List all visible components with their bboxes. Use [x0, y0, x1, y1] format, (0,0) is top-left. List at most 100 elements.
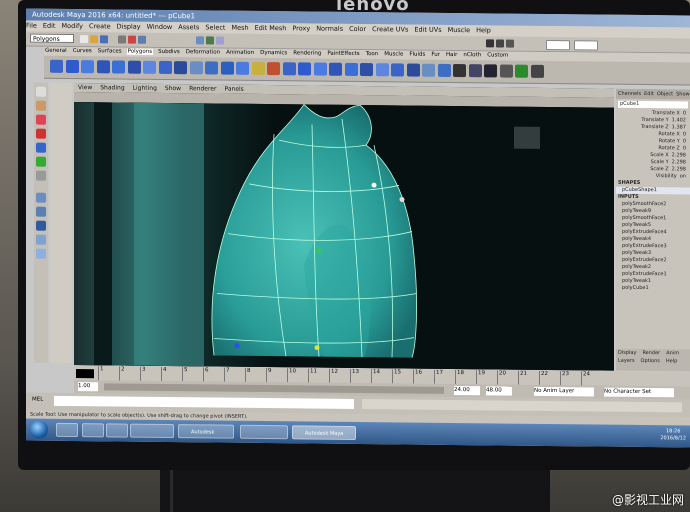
- shelf-tool-icon-1[interactable]: [50, 59, 63, 73]
- shelf-tool-icon-28[interactable]: [468, 64, 482, 78]
- channel-attr-value[interactable]: on: [680, 173, 686, 179]
- shelf-tool-icon-11[interactable]: [205, 61, 218, 75]
- menu-item-edit-mesh[interactable]: Edit Mesh: [255, 24, 287, 32]
- shelf-tool-icon-10[interactable]: [189, 61, 203, 75]
- shelf-tool-icon-14[interactable]: [251, 61, 265, 76]
- last-tool-icon[interactable]: [36, 170, 46, 181]
- shelf-tab-dynamics[interactable]: Dynamics: [259, 50, 288, 56]
- shelf-tab-rendering[interactable]: Rendering: [292, 50, 322, 56]
- menu-item-mesh[interactable]: Mesh: [231, 24, 248, 32]
- menu-item-proxy[interactable]: Proxy: [292, 24, 310, 32]
- select-object-icon[interactable]: [128, 35, 136, 44]
- input-node[interactable]: polyCube1: [616, 285, 690, 293]
- range-end-field[interactable]: 24.00: [454, 386, 480, 396]
- shelf-tab-deformation[interactable]: Deformation: [185, 49, 221, 55]
- menu-item-file[interactable]: File: [26, 22, 37, 30]
- channel-object-name[interactable]: pCube1: [618, 100, 688, 109]
- channel-attr-value[interactable]: 0: [683, 145, 686, 151]
- menu-item-edit[interactable]: Edit: [43, 22, 56, 30]
- shelf-tab-surfaces[interactable]: Surfaces: [97, 48, 123, 54]
- menu-item-window[interactable]: Window: [147, 23, 173, 31]
- shelf-tool-icon-4[interactable]: [96, 60, 110, 74]
- taskbar-button-5[interactable]: Autodesk: [178, 424, 234, 439]
- shelf-tool-icon-7[interactable]: [143, 60, 156, 74]
- shelf-tool-icon-30[interactable]: [499, 64, 513, 78]
- shelf-tab-painteffects[interactable]: PaintEffects: [326, 51, 360, 57]
- hypershade-layout-icon[interactable]: [36, 248, 46, 259]
- shelf-tool-icon-20[interactable]: [344, 62, 358, 76]
- shelf-tool-icon-19[interactable]: [329, 62, 342, 76]
- shelf-tab-curves[interactable]: Curves: [72, 48, 93, 54]
- shelf-tool-icon-2[interactable]: [65, 59, 79, 74]
- range-start-field[interactable]: 1.00: [78, 382, 98, 392]
- shelf-tab-toon[interactable]: Toon: [365, 51, 380, 57]
- input-field-box-2[interactable]: [574, 40, 598, 51]
- clock[interactable]: 18:26 2016/8/12: [660, 428, 686, 442]
- rotate-tool-icon[interactable]: [36, 142, 46, 153]
- viewport-menu-shading[interactable]: Shading: [100, 84, 124, 91]
- menu-item-create-uvs[interactable]: Create UVs: [372, 25, 408, 33]
- shelf-tool-icon-26[interactable]: [437, 63, 451, 77]
- paint-select-icon[interactable]: [36, 114, 46, 125]
- viewport-menu-renderer[interactable]: Renderer: [189, 85, 216, 92]
- shelf-tool-icon-3[interactable]: [81, 60, 94, 74]
- render-settings-icon[interactable]: [506, 39, 514, 48]
- anim-layer-select[interactable]: No Anim Layer: [534, 386, 594, 397]
- shelf-tool-icon-17[interactable]: [298, 62, 311, 76]
- perspective-viewport[interactable]: [74, 102, 614, 371]
- channel-attr-value[interactable]: 0: [683, 138, 686, 144]
- shelf-tab-custom[interactable]: Custom: [486, 52, 509, 58]
- shelf-tool-icon-18[interactable]: [313, 62, 327, 76]
- channel-tab-show[interactable]: Show: [676, 91, 690, 97]
- single-view-icon[interactable]: [36, 192, 46, 203]
- taskbar-button-7[interactable]: Autodesk Maya: [292, 425, 356, 440]
- shelf-tool-icon-8[interactable]: [158, 60, 172, 75]
- character-set-select[interactable]: No Character Set: [604, 387, 674, 398]
- shelf-tool-icon-16[interactable]: [282, 62, 296, 76]
- taskbar-button-2[interactable]: [82, 423, 104, 438]
- menu-item-edit-uvs[interactable]: Edit UVs: [414, 26, 441, 34]
- layer-menu-options[interactable]: Options: [641, 358, 660, 364]
- range-bar[interactable]: [104, 383, 444, 394]
- menu-item-help[interactable]: Help: [476, 26, 491, 34]
- shelf-tool-icon-31[interactable]: [515, 64, 528, 78]
- ipr-render-icon[interactable]: [496, 39, 504, 48]
- select-hierarchy-icon[interactable]: [118, 35, 126, 44]
- shelf-tool-icon-27[interactable]: [453, 63, 466, 78]
- shelf-tool-icon-13[interactable]: [236, 61, 249, 75]
- layer-tab-anim[interactable]: Anim: [666, 350, 679, 356]
- outliner-layout-icon[interactable]: [36, 234, 46, 245]
- move-tool-icon[interactable]: [36, 128, 46, 139]
- channel-attr-value[interactable]: 0: [683, 110, 686, 116]
- select-tool-icon[interactable]: [36, 86, 46, 97]
- menu-item-muscle[interactable]: Muscle: [448, 26, 471, 34]
- menu-item-select[interactable]: Select: [205, 23, 225, 31]
- lasso-tool-icon[interactable]: [36, 100, 46, 111]
- snap-curve-icon[interactable]: [206, 36, 214, 45]
- shelf-tab-muscle[interactable]: Muscle: [383, 51, 404, 57]
- menu-item-display[interactable]: Display: [117, 22, 141, 30]
- range-max-field[interactable]: 48.00: [486, 386, 512, 396]
- channel-attr-value[interactable]: 1.402: [672, 117, 686, 123]
- render-frame-icon[interactable]: [486, 39, 494, 48]
- channel-tab-edit[interactable]: Edit: [644, 91, 654, 97]
- channel-attr-value[interactable]: 2.298: [672, 159, 686, 165]
- shelf-tool-icon-22[interactable]: [375, 63, 389, 77]
- menu-item-assets[interactable]: Assets: [178, 23, 199, 31]
- shelf-tool-icon-21[interactable]: [360, 63, 373, 77]
- snap-grid-icon[interactable]: [196, 36, 204, 45]
- shelf-tab-fluids[interactable]: Fluids: [408, 52, 426, 58]
- snap-point-icon[interactable]: [216, 36, 224, 45]
- layer-tab-render[interactable]: Render: [642, 350, 660, 356]
- viewport-menu-panels[interactable]: Panels: [224, 86, 243, 93]
- four-view-icon[interactable]: [36, 206, 46, 217]
- menu-set-select[interactable]: Polygons: [30, 33, 74, 44]
- viewport-menu-lighting[interactable]: Lighting: [133, 85, 157, 92]
- shelf-tab-polygons[interactable]: Polygons: [126, 48, 154, 55]
- shelf-tool-icon-32[interactable]: [530, 64, 544, 78]
- shelf-tool-icon-6[interactable]: [127, 60, 141, 74]
- menu-item-create[interactable]: Create: [89, 22, 111, 30]
- shelf-tool-icon-5[interactable]: [112, 60, 125, 74]
- current-time-marker[interactable]: [76, 369, 94, 379]
- taskbar-button-4[interactable]: [130, 423, 174, 439]
